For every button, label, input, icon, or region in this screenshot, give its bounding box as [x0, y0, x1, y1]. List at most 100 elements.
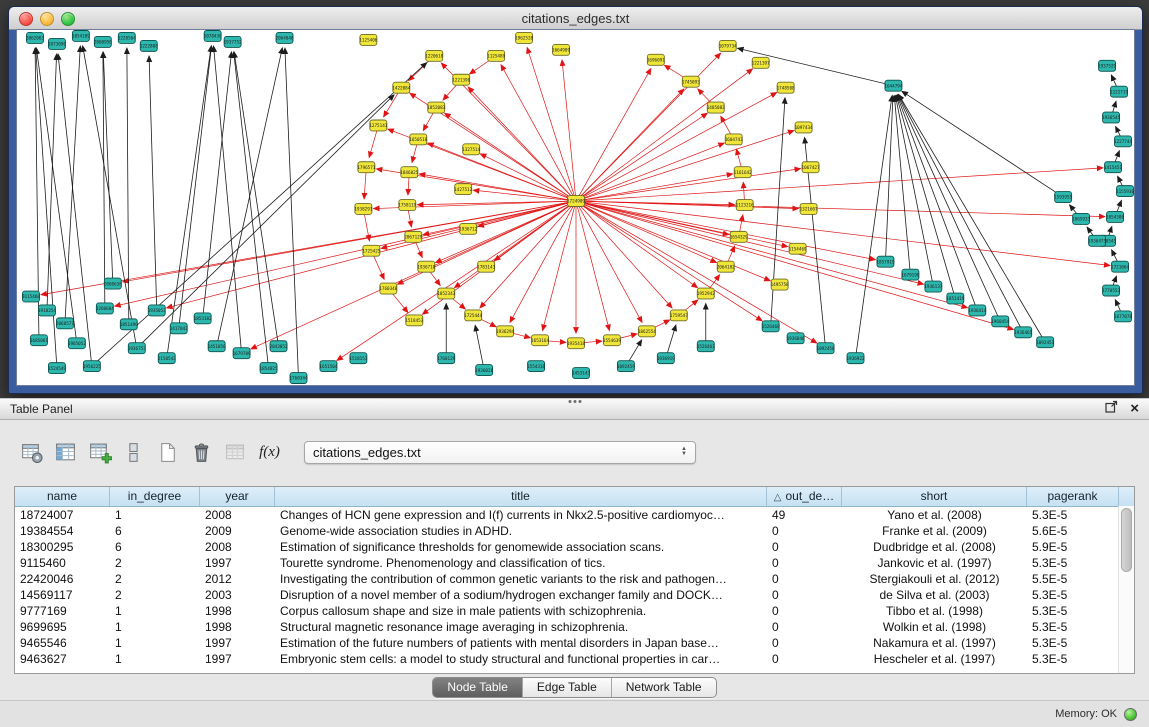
graph-node[interactable]: 1321607 — [800, 204, 818, 215]
graph-node[interactable]: 2062063 — [26, 32, 44, 43]
graph-edge[interactable] — [576, 201, 609, 331]
graph-node[interactable]: 1936718 — [417, 261, 435, 272]
graph-node[interactable]: 1679198 — [901, 269, 919, 280]
graph-node[interactable]: 1654329 — [730, 231, 748, 242]
table-row[interactable]: 946554611997Estimation of the future num… — [15, 635, 1134, 651]
graph-node[interactable]: 1653164 — [531, 335, 549, 346]
graph-edge[interactable] — [179, 46, 212, 328]
graph-node[interactable]: 1495758 — [771, 279, 789, 290]
graph-edge[interactable] — [895, 95, 933, 286]
graph-node[interactable]: 2043052 — [270, 341, 288, 352]
graph-node[interactable]: 1952942 — [697, 288, 715, 299]
add-column-button[interactable] — [84, 438, 115, 466]
graph-node[interactable]: 1644794 — [884, 80, 902, 91]
graph-node[interactable]: 1918254 — [38, 305, 56, 316]
graph-node[interactable]: 1770553 — [1102, 285, 1120, 296]
graph-node[interactable]: 1079734 — [719, 40, 737, 51]
graph-node[interactable]: 1936545 — [1102, 112, 1120, 123]
graph-node[interactable]: 1760348 — [379, 283, 397, 294]
graph-node[interactable]: 1451050 — [208, 341, 226, 352]
graph-node[interactable]: 1857919 — [876, 256, 894, 267]
graph-node[interactable]: 1854189 — [72, 30, 90, 41]
graph-node[interactable]: 1453143 — [572, 368, 590, 379]
tab-network-table[interactable]: Network Table — [611, 678, 716, 697]
graph-edge[interactable] — [123, 201, 576, 282]
graph-node[interactable]: 1725425 — [362, 245, 380, 256]
graph-node[interactable]: 2060638 — [104, 278, 122, 289]
graph-edge[interactable] — [885, 96, 893, 262]
table-settings-button[interactable] — [16, 438, 47, 466]
graph-edge[interactable] — [480, 154, 576, 201]
table-row[interactable]: 946362711997Embryonic stem cells: a mode… — [15, 651, 1134, 667]
graph-edge[interactable] — [149, 56, 157, 311]
graph-node[interactable]: 1759547 — [670, 310, 688, 321]
graph-edge[interactable] — [576, 92, 777, 201]
graph-edge[interactable] — [576, 201, 1014, 329]
graph-node[interactable]: 1679709 — [233, 348, 251, 359]
table-source-dropdown[interactable]: citations_edges.txt ▲▼ — [304, 441, 696, 464]
graph-edge[interactable] — [576, 201, 1110, 265]
float-panel-icon[interactable] — [1105, 400, 1118, 418]
graph-node[interactable]: 1054306 — [1106, 211, 1124, 222]
graph-node[interactable]: 1724909 — [567, 196, 585, 207]
graph-node[interactable]: 1260604 — [96, 303, 114, 314]
graph-edge[interactable] — [480, 201, 576, 308]
graph-node[interactable]: 1760129 — [437, 353, 455, 364]
graph-node[interactable]: 1748508 — [777, 82, 795, 93]
graph-node[interactable]: 1721064 — [1111, 261, 1129, 272]
table-row[interactable]: 969969511998Structural magnetic resonanc… — [15, 619, 1134, 635]
window-zoom-button[interactable] — [61, 12, 75, 26]
graph-node[interactable]: 1155936 — [1116, 186, 1134, 197]
graph-edge[interactable] — [576, 168, 1103, 201]
graph-node[interactable]: 1758119 — [398, 200, 416, 211]
graph-edge[interactable] — [576, 53, 721, 201]
graph-node[interactable]: 1796571 — [357, 162, 375, 173]
graph-node[interactable]: 9115460 — [22, 291, 40, 302]
table-scrollbar-thumb[interactable] — [1121, 508, 1132, 572]
graph-edge[interactable] — [576, 131, 794, 202]
graph-node[interactable]: 1327514 — [462, 144, 480, 155]
graph-node[interactable]: 1422084 — [392, 82, 410, 93]
graph-node[interactable]: 1960454 — [991, 316, 1009, 327]
graph-node[interactable]: 1851419 — [946, 293, 964, 304]
graph-node[interactable]: 1783143 — [477, 261, 495, 272]
graph-edge[interactable] — [543, 201, 576, 331]
graph-node[interactable]: 1097434 — [795, 122, 813, 133]
graph-node[interactable]: 1851490 — [120, 319, 138, 330]
table-row[interactable]: 1872400712008Changes of HCN gene express… — [15, 507, 1134, 523]
graph-node[interactable]: 1937529 — [1098, 60, 1116, 71]
graph-node[interactable]: 1873090 — [48, 38, 66, 49]
graph-node[interactable]: 1936712 — [459, 223, 477, 234]
graph-node[interactable]: 1427512 — [454, 184, 472, 195]
graph-node[interactable]: 1123216 — [736, 200, 754, 211]
network-window-titlebar[interactable]: citations_edges.txt — [9, 7, 1142, 30]
graph-node[interactable]: 1936919 — [657, 353, 675, 364]
graph-node[interactable]: 1067427 — [802, 162, 820, 173]
window-close-button[interactable] — [19, 12, 33, 26]
splitter-grip[interactable] — [568, 400, 581, 403]
graph-node[interactable]: 2060577 — [56, 318, 74, 329]
column-header-name[interactable]: name — [15, 487, 110, 506]
graph-node[interactable]: 1853182 — [194, 313, 212, 324]
graph-node[interactable]: 2067129 — [404, 231, 422, 242]
graph-node[interactable]: 1936137 — [924, 281, 942, 292]
graph-edge[interactable] — [576, 201, 1105, 217]
graph-node[interactable]: 1760344 — [289, 373, 307, 384]
tab-edge-table[interactable]: Edge Table — [522, 678, 611, 697]
graph-edge[interactable] — [468, 87, 576, 201]
table-scrollbar[interactable] — [1118, 506, 1134, 673]
graph-node[interactable]: 1485083 — [707, 102, 725, 113]
graph-edge[interactable] — [167, 46, 212, 358]
graph-node[interactable]: 1092459 — [617, 361, 635, 372]
graph-node[interactable]: 1125406 — [359, 34, 377, 45]
graph-node[interactable]: 1417043 — [170, 323, 188, 334]
table-row[interactable]: 1830029562008Estimation of significance … — [15, 539, 1134, 555]
table-row[interactable]: 911546021997Tourette syndrome. Phenomeno… — [15, 555, 1134, 571]
graph-node[interactable]: 1936294 — [496, 326, 514, 337]
graph-edge[interactable] — [902, 91, 1063, 197]
graph-node[interactable]: 1650518 — [409, 134, 427, 145]
table-row[interactable]: 2242004622012Investigating the contribut… — [15, 571, 1134, 587]
graph-node[interactable]: 2064182 — [717, 261, 735, 272]
graph-edge[interactable] — [855, 96, 892, 359]
graph-edge[interactable] — [576, 201, 642, 323]
